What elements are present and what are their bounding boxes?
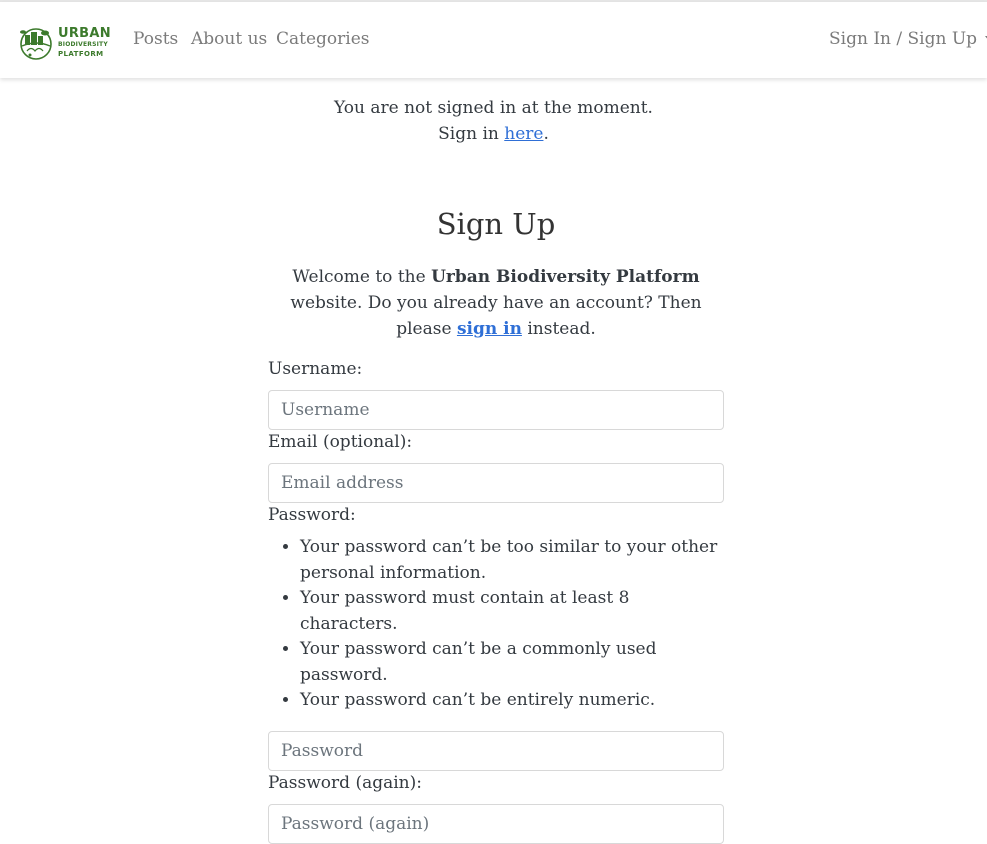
password-rules-list: Your password can’t be too similar to yo… — [300, 535, 724, 714]
page-title: Sign Up — [436, 207, 556, 241]
platform-name: Urban Biodiversity Platform — [431, 267, 700, 287]
logo-text-urban: URBAN — [58, 26, 111, 41]
sign-in-dropdown[interactable]: Sign In / Sign Up — [829, 29, 987, 49]
signin-notice: You are not signed in at the moment. Sig… — [0, 95, 987, 147]
password-rule: Your password must contain at least 8 ch… — [300, 586, 724, 637]
email-label: Email (optional): — [268, 432, 413, 452]
nav-categories-link[interactable]: Categories — [276, 29, 370, 49]
password-label: Password: — [268, 505, 356, 525]
logo-text-biodiversity: BIODIVERSITY — [58, 41, 108, 48]
password-input[interactable] — [268, 730, 724, 771]
notice-line: You are not signed in at the moment. — [334, 98, 653, 118]
email-input[interactable] — [268, 463, 724, 503]
here-link[interactable]: here — [504, 124, 543, 144]
username-input[interactable] — [268, 390, 724, 430]
password-rule: Your password can’t be too similar to yo… — [300, 535, 724, 586]
intro-text: Welcome to the Urban Biodiversity Platfo… — [268, 264, 724, 342]
intro-suffix: instead. — [521, 319, 596, 339]
notice-signin-line: Sign in here. — [0, 121, 987, 147]
brand-logo[interactable]: URBAN BIODIVERSITY PLATFORM — [18, 24, 111, 62]
sign-in-link[interactable]: sign in — [457, 319, 522, 339]
username-label: Username: — [268, 359, 363, 379]
logo-text-platform: PLATFORM — [58, 50, 104, 58]
leaf-globe-icon — [20, 28, 52, 60]
password-rule: Your password can’t be a commonly used p… — [300, 637, 724, 688]
signup-form: Sign Up Welcome to the Urban Biodiversit… — [268, 200, 724, 844]
password-again-input[interactable] — [268, 803, 724, 844]
password-again-label: Password (again): — [268, 772, 422, 793]
navbar: URBAN BIODIVERSITY PLATFORM Posts About … — [0, 2, 987, 78]
sign-in-dropdown-label: Sign In / Sign Up — [829, 29, 978, 49]
intro-prefix: Welcome to the — [292, 267, 432, 287]
notice-suffix: . — [543, 124, 549, 144]
notice-prefix: Sign in — [438, 124, 505, 144]
password-rule: Your password can’t be entirely numeric. — [300, 688, 724, 714]
nav-about-link[interactable]: About us — [191, 29, 267, 49]
nav-posts-link[interactable]: Posts — [133, 29, 178, 49]
